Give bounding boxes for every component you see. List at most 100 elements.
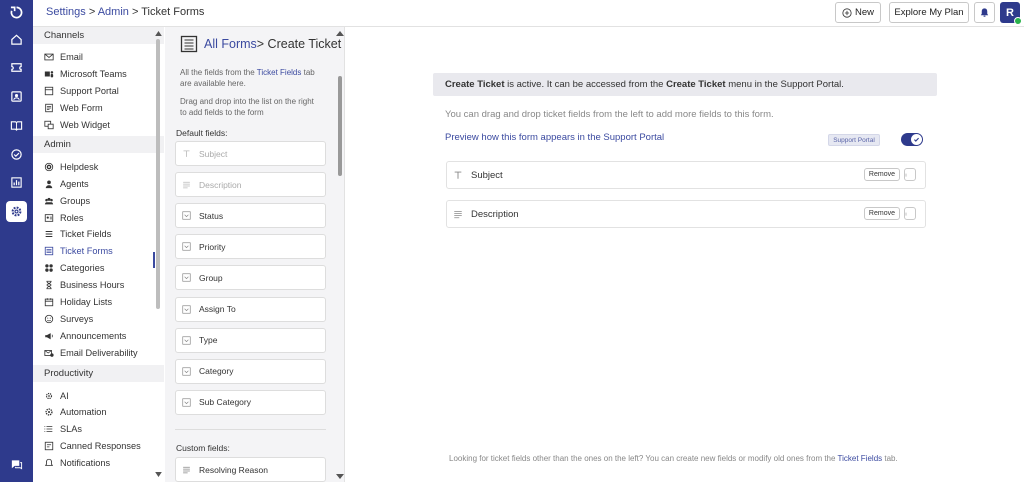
nav-item-web-widget[interactable]: Web Widget — [33, 117, 164, 134]
scroll-down-icon[interactable] — [155, 472, 162, 477]
breadcrumb-admin[interactable]: Admin — [98, 6, 129, 18]
canned-icon — [44, 442, 54, 451]
nav-item-agents[interactable]: Agents — [33, 175, 164, 192]
chat-icon[interactable] — [6, 454, 27, 475]
settings-gear-icon[interactable] — [6, 201, 27, 222]
remove-button[interactable]: Remove — [863, 168, 900, 181]
nav-scroll-thumb[interactable] — [156, 39, 160, 309]
sla-icon — [44, 426, 53, 433]
scroll-up-icon[interactable] — [155, 31, 162, 36]
mail-icon — [44, 54, 54, 61]
automation-icon — [45, 408, 53, 417]
nav-item-microsoft-teams[interactable]: Microsoft Teams — [33, 66, 164, 83]
reports-icon[interactable] — [6, 172, 27, 193]
explore-plan-button[interactable]: Explore My Plan — [889, 2, 969, 23]
nav-item-roles[interactable]: Roles — [33, 209, 164, 226]
nav-item-ai[interactable]: AI — [33, 387, 164, 404]
megaphone-icon — [45, 332, 53, 340]
palette-scroll-down-icon[interactable] — [336, 474, 344, 479]
palette-field-priority[interactable]: Priority — [175, 234, 326, 260]
dropdown-icon — [182, 398, 191, 407]
contacts-icon[interactable] — [6, 86, 27, 107]
deliverability-icon — [44, 349, 54, 357]
palette-field-description[interactable]: Description — [175, 172, 326, 198]
form-list-icon — [180, 35, 198, 53]
nav-item-business-hours[interactable]: Business Hours — [33, 277, 164, 294]
dropdown-icon — [182, 242, 191, 251]
dropdown-icon — [182, 367, 191, 376]
palette-field-subject[interactable]: Subject — [175, 141, 326, 166]
nav-item-slas[interactable]: SLAs — [33, 421, 164, 438]
nav-heading-channels: Channels — [33, 27, 164, 44]
footer-note: Looking for ticket fields other than the… — [449, 454, 898, 463]
drag-handle-icon[interactable] — [904, 207, 916, 220]
nav-item-holiday-lists[interactable]: Holiday Lists — [33, 294, 164, 311]
home-icon[interactable] — [6, 29, 27, 50]
dropdown-icon — [182, 336, 191, 345]
nav-item-ticket-forms[interactable]: Ticket Forms — [33, 243, 164, 260]
forms-icon — [44, 247, 54, 256]
custom-fields-label: Custom fields: — [176, 443, 230, 453]
field-palette: All Forms > Create Ticket All the fields… — [165, 27, 345, 482]
palette-field-category[interactable]: Category — [175, 358, 326, 384]
nav-item-email[interactable]: Email — [33, 49, 164, 66]
palette-field-type[interactable]: Type — [175, 327, 326, 353]
palette-divider — [175, 429, 326, 430]
breadcrumb-settings[interactable]: Settings — [46, 6, 86, 18]
breadcrumb-current: Ticket Forms — [141, 6, 205, 18]
nav-item-groups[interactable]: Groups — [33, 192, 164, 209]
agents-icon — [45, 180, 53, 188]
form-field-subject[interactable]: Subject Remove — [446, 161, 926, 189]
nav-item-automation[interactable]: Automation — [33, 404, 164, 421]
smiley-icon — [44, 314, 54, 324]
avatar[interactable]: R — [1000, 2, 1022, 25]
palette-title: All Forms > Create Ticket — [180, 35, 341, 53]
palette-description: All the fields from the Ticket Fields ta… — [180, 68, 315, 88]
drag-drop-hint: You can drag and drop ticket fields from… — [445, 109, 774, 120]
ticket-fields-link[interactable]: Ticket Fields — [257, 68, 302, 77]
nav-heading-productivity: Productivity — [33, 365, 164, 383]
tasks-icon[interactable] — [6, 144, 27, 165]
online-status-icon — [1014, 17, 1022, 25]
palette-field-resolving-reason[interactable]: Resolving Reason — [175, 457, 326, 482]
nav-heading-admin: Admin — [33, 136, 164, 154]
knowledge-base-icon[interactable] — [6, 115, 27, 136]
notifications-button[interactable] — [974, 2, 995, 23]
nav-item-surveys[interactable]: Surveys — [33, 310, 164, 327]
status-banner: Create Ticket is active. It can be acces… — [433, 73, 937, 96]
nav-item-categories[interactable]: Categories — [33, 260, 164, 277]
nav-item-support-portal[interactable]: Support Portal — [33, 83, 164, 100]
footer-ticket-fields-link[interactable]: Ticket Fields — [838, 454, 883, 463]
nav-item-notifications[interactable]: Notifications — [33, 455, 164, 472]
form-active-toggle[interactable] — [901, 133, 923, 146]
all-forms-link[interactable]: All Forms — [204, 37, 257, 51]
breadcrumb: Settings > Admin > Ticket Forms — [46, 6, 205, 18]
drag-handle-icon[interactable] — [904, 168, 916, 181]
text-icon — [454, 171, 462, 179]
logo-icon[interactable] — [6, 2, 27, 23]
palette-title-text: > Create Ticket — [256, 37, 342, 51]
remove-button[interactable]: Remove — [863, 207, 900, 220]
new-button[interactable]: New — [835, 2, 881, 23]
fields-icon — [45, 231, 53, 238]
nav-item-canned-responses[interactable]: Canned Responses — [33, 438, 164, 455]
ticket-icon[interactable] — [6, 57, 27, 78]
nav-item-announcements[interactable]: Announcements — [33, 327, 164, 344]
palette-scroll-up-icon[interactable] — [336, 31, 344, 36]
support-portal-badge: Support Portal — [828, 134, 880, 146]
nav-item-web-form[interactable]: Web Form — [33, 100, 164, 117]
preview-link[interactable]: Preview how this form appears in the Sup… — [445, 132, 664, 143]
groups-icon — [44, 197, 54, 205]
nav-item-ticket-fields[interactable]: Ticket Fields — [33, 226, 164, 243]
nav-item-helpdesk[interactable]: Helpdesk — [33, 158, 164, 175]
palette-field-group[interactable]: Group — [175, 265, 326, 291]
palette-scrollbar[interactable] — [335, 28, 345, 482]
form-field-description[interactable]: Description Remove — [446, 200, 926, 228]
nav-item-email-deliverability[interactable]: Email Deliverability — [33, 344, 164, 361]
palette-field-sub-category[interactable]: Sub Category — [175, 389, 326, 415]
paragraph-icon — [454, 211, 462, 219]
palette-field-assign-to[interactable]: Assign To — [175, 296, 326, 322]
palette-field-status[interactable]: Status — [175, 203, 326, 229]
nav-scrollbar[interactable] — [155, 29, 162, 479]
palette-scroll-thumb[interactable] — [338, 76, 342, 176]
